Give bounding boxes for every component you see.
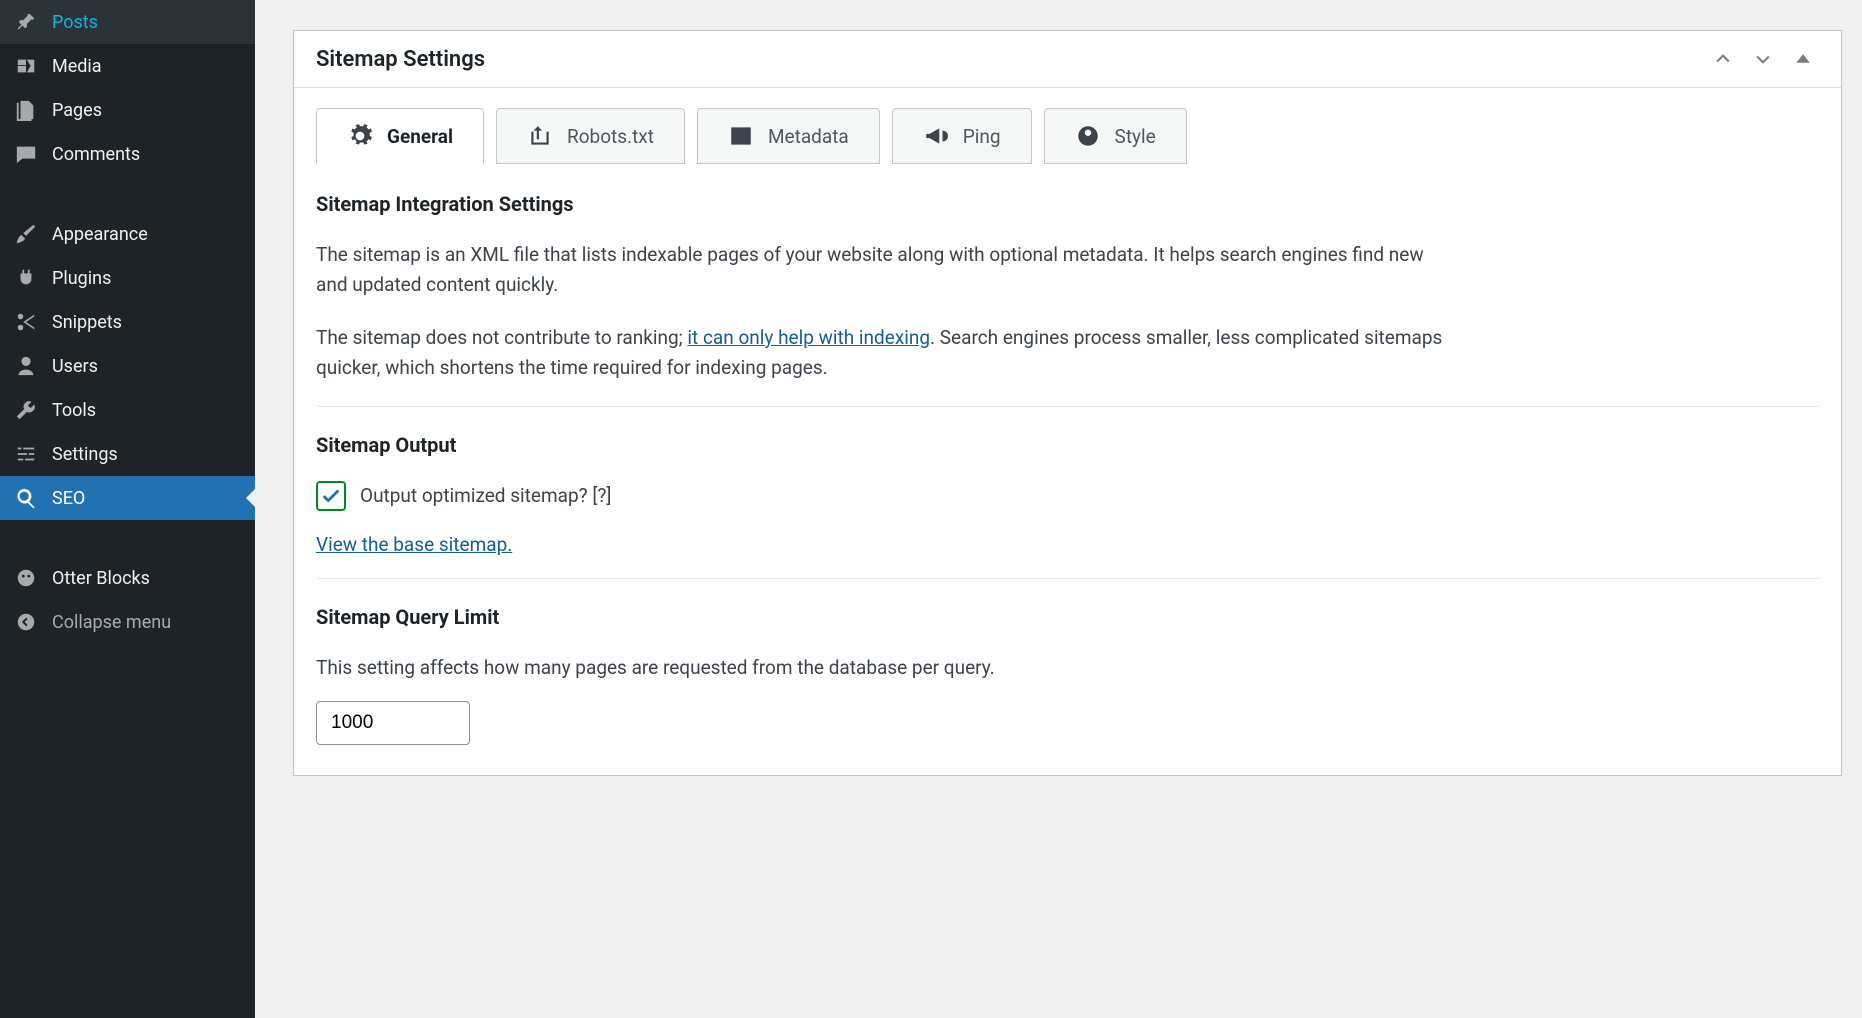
sidebar-item-label: Otter Blocks [52, 568, 150, 589]
integration-description-1: The sitemap is an XML file that lists in… [316, 240, 1446, 301]
main-content: Sitemap Settings General Robots.txt Meta… [255, 0, 1862, 1018]
plug-icon [14, 266, 38, 290]
tab-style[interactable]: Style [1044, 108, 1187, 164]
sidebar-item-posts[interactable]: Posts [0, 0, 255, 44]
panel-body: General Robots.txt Metadata Ping Style [294, 88, 1841, 775]
sidebar-item-label: Media [52, 56, 102, 77]
media-icon [14, 54, 38, 78]
style-icon [1075, 123, 1101, 149]
query-limit-description: This setting affects how many pages are … [316, 653, 1446, 683]
output-optimized-label: Output optimized sitemap? [?] [360, 484, 611, 507]
section-integration-title: Sitemap Integration Settings [316, 192, 1819, 216]
otter-icon [14, 566, 38, 590]
sidebar-item-plugins[interactable]: Plugins [0, 256, 255, 300]
move-up-button[interactable] [1703, 45, 1743, 73]
sidebar-item-label: Posts [52, 12, 98, 33]
output-optimized-checkbox[interactable] [316, 481, 346, 511]
sidebar-item-comments[interactable]: Comments [0, 132, 255, 176]
admin-sidebar: Posts Media Pages Comments Appearance Pl… [0, 0, 255, 1018]
sidebar-item-tools[interactable]: Tools [0, 388, 255, 432]
sidebar-item-label: Appearance [52, 224, 148, 245]
wrench-icon [14, 398, 38, 422]
settings-panel: Sitemap Settings General Robots.txt Meta… [293, 30, 1842, 776]
tab-label: Ping [963, 125, 1001, 148]
sidebar-item-pages[interactable]: Pages [0, 88, 255, 132]
sidebar-item-users[interactable]: Users [0, 344, 255, 388]
divider [316, 578, 1819, 579]
section-output-title: Sitemap Output [316, 433, 1819, 457]
scissors-icon [14, 310, 38, 334]
sidebar-item-otter[interactable]: Otter Blocks [0, 556, 255, 600]
sidebar-item-settings[interactable]: Settings [0, 432, 255, 476]
megaphone-icon [923, 123, 949, 149]
check-icon [320, 485, 342, 507]
pin-icon [14, 10, 38, 34]
collapse-menu[interactable]: Collapse menu [0, 600, 255, 644]
sidebar-item-label: SEO [52, 488, 85, 509]
metadata-icon [728, 123, 754, 149]
panel-header: Sitemap Settings [294, 31, 1841, 88]
sidebar-item-label: Pages [52, 100, 102, 121]
sidebar-item-media[interactable]: Media [0, 44, 255, 88]
sidebar-item-label: Settings [52, 444, 118, 465]
indexing-help-link[interactable]: it can only help with indexing [687, 326, 930, 349]
pages-icon [14, 98, 38, 122]
move-down-button[interactable] [1743, 45, 1783, 73]
output-optimized-row: Output optimized sitemap? [?] [316, 481, 1819, 511]
tabs: General Robots.txt Metadata Ping Style [316, 108, 1819, 164]
gear-icon [347, 123, 373, 149]
sidebar-item-label: Tools [52, 400, 96, 421]
tab-label: Style [1115, 125, 1156, 148]
sidebar-item-snippets[interactable]: Snippets [0, 300, 255, 344]
section-query-limit-title: Sitemap Query Limit [316, 605, 1819, 629]
divider [316, 406, 1819, 407]
tab-robots[interactable]: Robots.txt [496, 108, 685, 164]
integration-description-2: The sitemap does not contribute to ranki… [316, 323, 1446, 384]
toggle-button[interactable] [1783, 45, 1823, 73]
sidebar-item-label: Comments [52, 144, 140, 165]
comment-icon [14, 142, 38, 166]
sidebar-item-label: Collapse menu [52, 612, 171, 633]
panel-title: Sitemap Settings [316, 47, 1703, 72]
tab-metadata[interactable]: Metadata [697, 108, 880, 164]
sidebar-item-label: Snippets [52, 312, 122, 333]
share-icon [527, 123, 553, 149]
view-sitemap-link[interactable]: View the base sitemap. [316, 533, 512, 556]
view-sitemap-row: View the base sitemap. [316, 533, 1819, 556]
sidebar-item-appearance[interactable]: Appearance [0, 212, 255, 256]
sidebar-item-label: Plugins [52, 268, 111, 289]
search-icon [14, 486, 38, 510]
tab-ping[interactable]: Ping [892, 108, 1032, 164]
tab-label: Robots.txt [567, 125, 654, 148]
query-limit-input[interactable] [316, 701, 470, 745]
sliders-icon [14, 442, 38, 466]
sidebar-item-seo[interactable]: SEO [0, 476, 255, 520]
collapse-icon [14, 610, 38, 634]
tab-label: General [387, 125, 453, 148]
brush-icon [14, 222, 38, 246]
user-icon [14, 354, 38, 378]
tab-label: Metadata [768, 125, 849, 148]
sidebar-item-label: Users [52, 356, 98, 377]
tab-general[interactable]: General [316, 108, 484, 164]
